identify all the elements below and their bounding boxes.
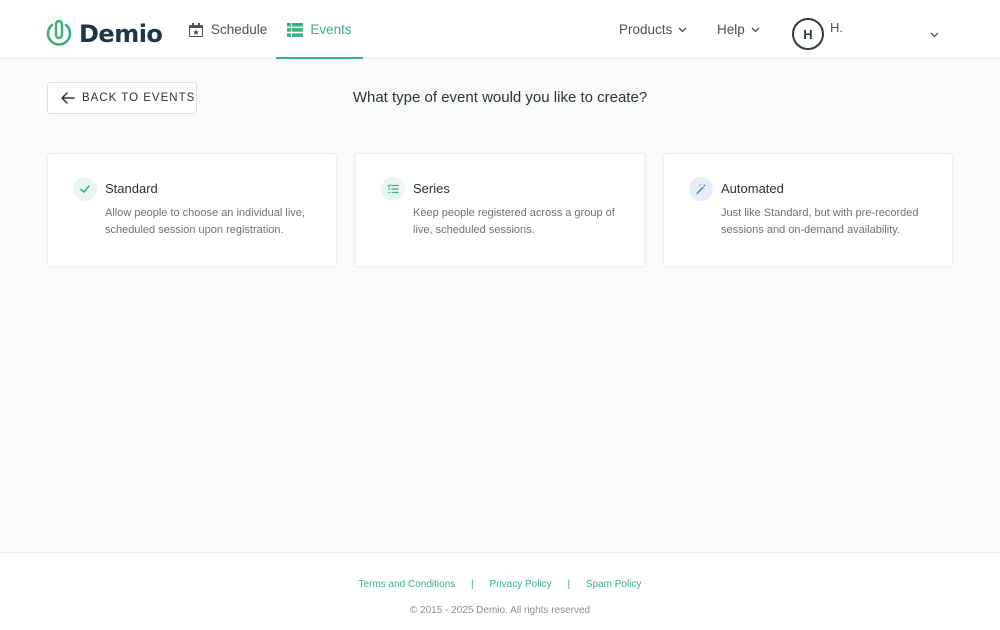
demio-logo[interactable]: Demio bbox=[46, 19, 163, 48]
footer-separator: | bbox=[567, 579, 571, 590]
footer-links: Terms and Conditions | Privacy Policy | … bbox=[0, 579, 1000, 590]
nav-schedule-label: Schedule bbox=[211, 22, 268, 37]
check-icon bbox=[80, 185, 90, 193]
footer: Terms and Conditions | Privacy Policy | … bbox=[0, 552, 1000, 630]
top-navbar: Demio Schedule Events Products Help H H. bbox=[0, 0, 1000, 59]
active-tab-indicator bbox=[276, 57, 363, 59]
card-description: Keep people registered across a group of… bbox=[413, 207, 615, 236]
event-type-card-automated[interactable]: Automated Just like Standard, but with p… bbox=[663, 153, 953, 267]
series-icon-badge bbox=[381, 177, 405, 201]
nav-products-label: Products bbox=[619, 22, 673, 37]
events-list-icon bbox=[287, 22, 304, 37]
nav-help-dropdown[interactable]: Help bbox=[717, 0, 760, 59]
chevron-down-icon bbox=[678, 27, 687, 32]
calendar-icon bbox=[189, 22, 203, 37]
chevron-down-icon[interactable] bbox=[930, 32, 939, 38]
spam-policy-link[interactable]: Spam Policy bbox=[586, 579, 642, 590]
avatar[interactable]: H bbox=[792, 18, 824, 50]
card-title: Standard bbox=[105, 181, 158, 196]
user-menu[interactable]: H H. bbox=[792, 18, 939, 50]
terms-link[interactable]: Terms and Conditions bbox=[359, 579, 456, 590]
list-icon bbox=[387, 184, 399, 194]
standard-icon-badge bbox=[73, 177, 97, 201]
card-title: Series bbox=[413, 181, 450, 196]
page-title: What type of event would you like to cre… bbox=[352, 89, 648, 106]
card-description: Just like Standard, but with pre-recorde… bbox=[721, 207, 919, 236]
demio-logo-icon bbox=[46, 19, 72, 46]
brand-name: Demio bbox=[79, 19, 163, 48]
nav-help-label: Help bbox=[717, 22, 745, 37]
event-type-card-standard[interactable]: Standard Allow people to choose an indiv… bbox=[47, 153, 337, 267]
privacy-policy-link[interactable]: Privacy Policy bbox=[489, 579, 551, 590]
nav-products-dropdown[interactable]: Products bbox=[619, 0, 687, 59]
footer-separator: | bbox=[471, 579, 474, 590]
copyright: © 2015 - 2025 Demio. All rights reserved bbox=[409, 605, 591, 616]
magic-wand-icon bbox=[696, 183, 707, 195]
chevron-down-icon bbox=[751, 27, 760, 32]
event-type-card-series[interactable]: Series Keep people registered across a g… bbox=[355, 153, 645, 267]
nav-events-label: Events bbox=[310, 22, 352, 37]
card-description: Allow people to choose an individual liv… bbox=[105, 207, 305, 236]
automated-icon-badge bbox=[689, 177, 713, 201]
card-title: Automated bbox=[721, 181, 784, 196]
nav-events[interactable]: Events bbox=[276, 0, 363, 59]
user-name: H. bbox=[830, 20, 843, 35]
nav-schedule[interactable]: Schedule bbox=[188, 0, 267, 59]
